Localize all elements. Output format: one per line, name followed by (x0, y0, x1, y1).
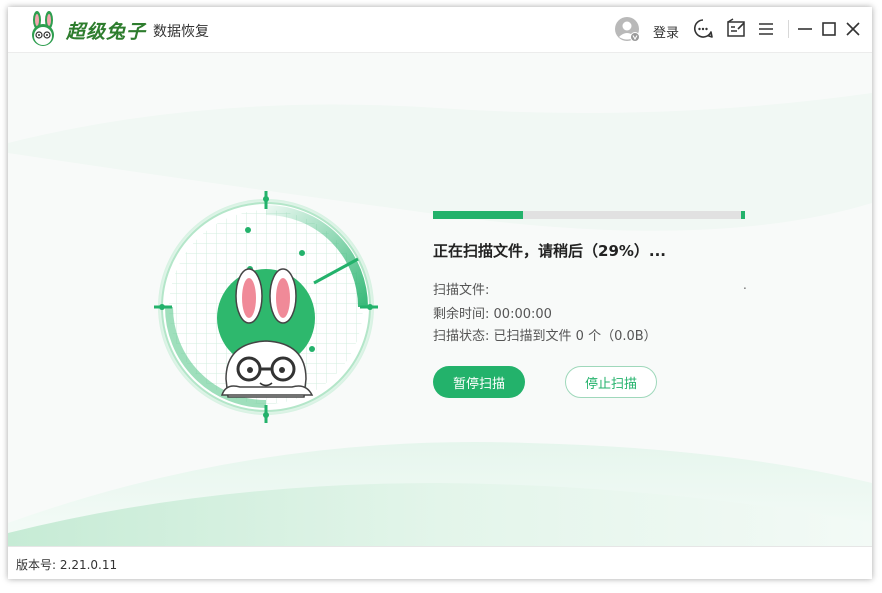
scan-state-value: 已扫描到文件 0 个（0.0B） (493, 329, 657, 344)
version-value: 2.21.0.11 (59, 558, 118, 572)
close-icon[interactable] (842, 18, 864, 40)
scan-file-line: 扫描文件: (433, 279, 489, 298)
scan-file-trailing: . (743, 278, 747, 292)
scan-progress-bar (433, 211, 745, 219)
stop-scan-button[interactable]: 停止扫描 (565, 366, 657, 398)
login-link[interactable]: 登录 (653, 22, 679, 41)
scan-radar-graphic (154, 191, 378, 423)
scan-progress-end (741, 211, 745, 219)
menu-icon[interactable] (755, 18, 777, 40)
remaining-time-line: 剩余时间: 00:00:00 (433, 303, 552, 322)
version-label: 版本号: (16, 558, 57, 572)
scan-progress-fill (433, 211, 524, 219)
brand-name: 超级兔子 (66, 21, 147, 43)
product-name: 数据恢复 (153, 24, 209, 40)
remaining-time-label: 剩余时间: (433, 307, 490, 322)
titlebar-divider (788, 20, 789, 38)
scan-status-title: 正在扫描文件，请稍后（29%）... (433, 242, 666, 260)
scan-state-line: 扫描状态: 已扫描到文件 0 个（0.0B） (433, 325, 657, 344)
app-window: 超级兔子 数据恢复 登录 正在扫描文件，请稍后（29%）... 扫描文件: . … (8, 7, 872, 579)
title-bar[interactable]: 超级兔子 数据恢复 登录 (8, 7, 872, 53)
remaining-time-value: 00:00:00 (493, 307, 552, 322)
pause-scan-button[interactable]: 暂停扫描 (433, 366, 525, 398)
scan-file-label: 扫描文件: (433, 283, 490, 298)
maximize-icon[interactable] (818, 18, 840, 40)
status-bar: 版本号: 2.21.0.11 (8, 546, 872, 579)
minimize-icon[interactable] (794, 18, 816, 40)
rabbit-logo-icon (32, 11, 54, 46)
support-chat-icon[interactable] (692, 18, 714, 40)
version-info: 版本号: 2.21.0.11 (16, 556, 117, 573)
scan-panel: 正在扫描文件，请稍后（29%）... 扫描文件: . 剩余时间: 00:00:0… (8, 53, 872, 546)
scan-state-label: 扫描状态: (433, 329, 490, 344)
feedback-icon[interactable] (725, 18, 747, 40)
avatar-icon[interactable] (614, 16, 640, 42)
